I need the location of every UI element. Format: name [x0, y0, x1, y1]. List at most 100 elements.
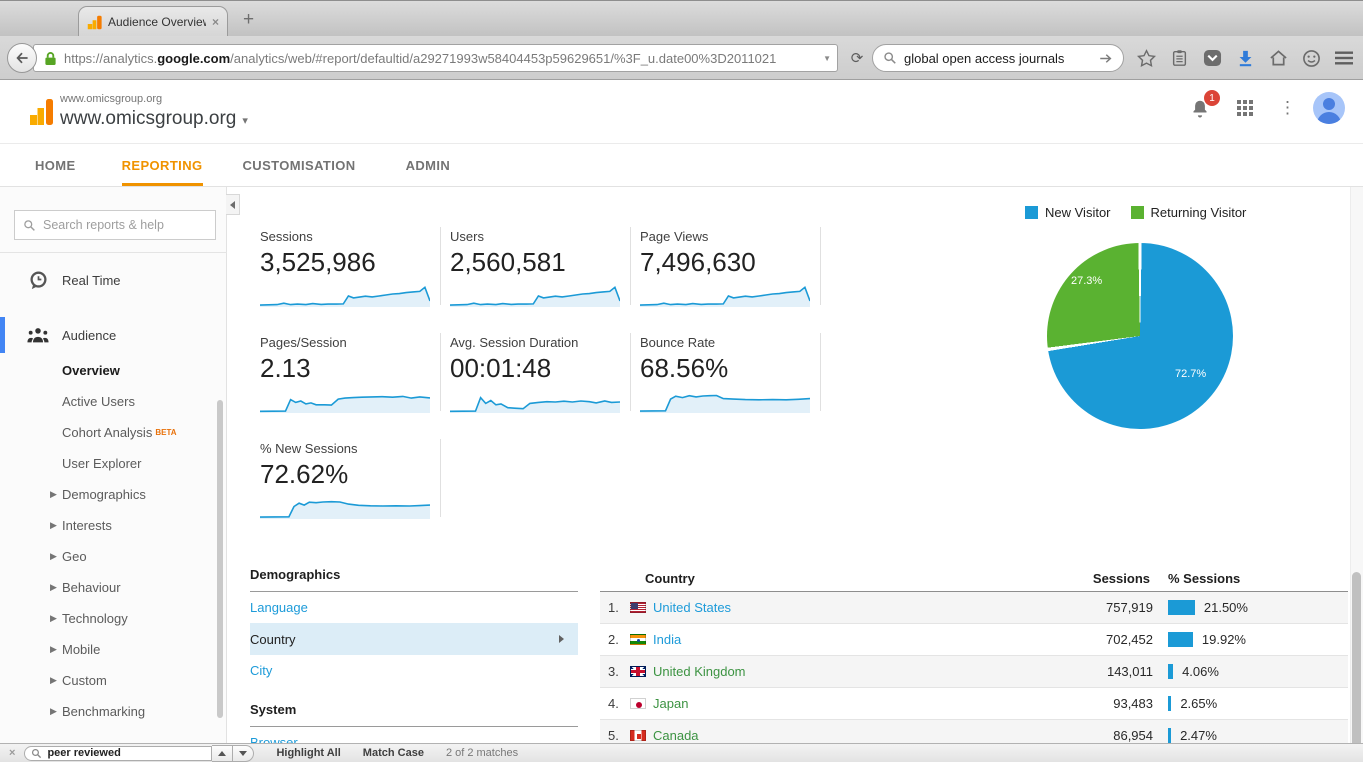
pocket-icon[interactable]: [1202, 48, 1222, 68]
reload-button[interactable]: ⟳: [845, 45, 869, 71]
new-tab-button[interactable]: +: [243, 9, 254, 31]
url-bar[interactable]: https://analytics.google.com/analytics/w…: [33, 44, 838, 72]
header-percent-sessions: % Sessions: [1168, 571, 1348, 586]
metric-value: 2.13: [260, 353, 440, 384]
page-scrollbar-track[interactable]: [1350, 187, 1363, 744]
percent-value: 2.47%: [1180, 728, 1217, 743]
metric-card[interactable]: % New Sessions 72.62%: [260, 439, 441, 517]
sidebar-subitem-label: User Explorer: [62, 456, 141, 471]
browser-toolbar: https://analytics.google.com/analytics/w…: [0, 36, 1363, 80]
tab-admin[interactable]: ADMIN: [406, 144, 451, 186]
sidebar-subitem[interactable]: ▶ Demographics: [0, 479, 227, 510]
country-table-header: Country Sessions % Sessions: [600, 566, 1348, 592]
bookmark-star-icon[interactable]: [1136, 48, 1156, 68]
match-case-button[interactable]: Match Case: [363, 747, 424, 759]
metric-label: Page Views: [640, 229, 820, 244]
sidebar-subitem[interactable]: ▶ Technology: [0, 603, 227, 634]
percent-bar-zone: 2.65%: [1168, 696, 1348, 711]
expand-triangle-icon: ▶: [50, 520, 62, 531]
metric-label: % New Sessions: [260, 441, 440, 456]
tab-home[interactable]: HOME: [35, 144, 76, 186]
sidebar-subitem[interactable]: ▶ User Explorer: [0, 448, 227, 479]
browser-tab[interactable]: Audience Overview – Anal... ×: [78, 6, 228, 37]
kebab-menu-icon[interactable]: ⋮: [1279, 105, 1287, 111]
metric-value: 3,525,986: [260, 247, 440, 278]
tab-close-icon[interactable]: ×: [212, 15, 219, 29]
page-scrollbar-thumb[interactable]: [1352, 572, 1361, 762]
metric-cards: Sessions 3,525,986 Users 2,560,581 Page …: [260, 227, 821, 517]
browser-search-bar[interactable]: [872, 44, 1124, 72]
expand-triangle-icon: ▶: [50, 489, 62, 500]
expand-triangle-icon: ▶: [50, 582, 62, 593]
sidebar-subitem-label: Geo: [62, 549, 87, 564]
sidebar-subitem[interactable]: ▶ Cohort Analysis BETA: [0, 417, 227, 448]
feedback-smiley-icon[interactable]: [1301, 48, 1321, 68]
sidebar-subitem[interactable]: ▶ Mobile: [0, 634, 227, 665]
link-country-selected[interactable]: Country: [250, 623, 578, 655]
beta-badge: BETA: [155, 428, 176, 437]
metric-card[interactable]: Users 2,560,581: [450, 227, 631, 305]
tab-reporting[interactable]: REPORTING: [122, 144, 203, 186]
sidebar-collapse-button[interactable]: [226, 194, 240, 215]
sidebar-subitem[interactable]: ▶ Active Users: [0, 386, 227, 417]
legend-returning-visitor: Returning Visitor: [1131, 205, 1247, 220]
metric-card[interactable]: Page Views 7,496,630: [640, 227, 821, 305]
go-arrow-icon[interactable]: [1098, 52, 1113, 65]
link-city[interactable]: City: [250, 655, 578, 686]
property-selector[interactable]: www.omicsgroup.org▾: [60, 108, 248, 130]
metric-card[interactable]: Pages/Session 2.13: [260, 333, 441, 411]
sidebar-search-input[interactable]: [43, 218, 207, 232]
metric-value: 7,496,630: [640, 247, 820, 278]
reading-list-icon[interactable]: [1169, 48, 1189, 68]
sidebar-subitem[interactable]: ▶ Interests: [0, 510, 227, 541]
sidebar-subitem[interactable]: ▶ Benchmarking: [0, 696, 227, 727]
findbar-field[interactable]: [24, 746, 212, 761]
metric-card[interactable]: Sessions 3,525,986: [260, 227, 441, 305]
country-link[interactable]: United Kingdom: [653, 664, 1003, 679]
percent-value: 2.65%: [1180, 696, 1217, 711]
sessions-value: 757,919: [1003, 600, 1153, 615]
country-link[interactable]: United States: [653, 600, 1003, 615]
metric-sparkline: [260, 388, 430, 414]
find-previous-button[interactable]: [212, 745, 233, 762]
back-arrow-icon: [14, 50, 30, 66]
metric-card[interactable]: Bounce Rate 68.56%: [640, 333, 821, 411]
country-link[interactable]: India: [653, 632, 1003, 647]
url-dropdown-icon[interactable]: ▼: [823, 54, 831, 63]
sidebar-subitem[interactable]: ▶ Geo: [0, 541, 227, 572]
country-link[interactable]: Japan: [653, 696, 1003, 711]
sidebar-subitem-label: Mobile: [62, 642, 100, 657]
sidebar-subitem[interactable]: ▶ Custom: [0, 665, 227, 696]
tab-customisation[interactable]: CUSTOMISATION: [243, 144, 356, 186]
metric-card[interactable]: Avg. Session Duration 00:01:48: [450, 333, 631, 411]
highlight-all-button[interactable]: Highlight All: [276, 747, 340, 759]
sidebar-subitem[interactable]: ▶ Overview: [0, 355, 227, 386]
findbar-close-icon[interactable]: ×: [9, 747, 15, 759]
find-next-button[interactable]: [233, 745, 254, 762]
apps-grid-icon[interactable]: [1237, 100, 1253, 116]
expand-triangle-icon: ▶: [50, 613, 62, 624]
menu-hamburger-icon[interactable]: [1334, 48, 1354, 68]
sidebar-subitem-label: Technology: [62, 611, 128, 626]
sidebar-item-real-time[interactable]: Real Time: [0, 262, 227, 298]
back-button[interactable]: [7, 43, 37, 73]
chevron-down-icon: ▾: [242, 115, 248, 127]
avatar[interactable]: [1313, 92, 1345, 124]
find-bar: × Highlight All Match Case 2 of 2 matche…: [0, 743, 1363, 762]
download-icon[interactable]: [1235, 48, 1255, 68]
demographics-title: Demographics: [250, 563, 578, 592]
notifications-button[interactable]: 1: [1189, 97, 1211, 119]
sidebar-scrollbar[interactable]: [217, 400, 223, 718]
link-language[interactable]: Language: [250, 592, 578, 623]
sidebar-item-audience[interactable]: Audience: [0, 317, 227, 353]
country-link[interactable]: Canada: [653, 728, 1003, 743]
realtime-icon: [27, 270, 49, 291]
browser-search-input[interactable]: [904, 51, 1091, 66]
sidebar-subitem-label: Interests: [62, 518, 112, 533]
sidebar-subitem[interactable]: ▶ Behaviour: [0, 572, 227, 603]
findbar-input[interactable]: [47, 747, 205, 759]
sidebar-search[interactable]: [14, 210, 216, 240]
visitors-pie-chart[interactable]: 72.7% 27.3%: [1047, 243, 1233, 429]
home-icon[interactable]: [1268, 48, 1288, 68]
ga-header-actions: 1 ⋮: [1189, 92, 1345, 124]
